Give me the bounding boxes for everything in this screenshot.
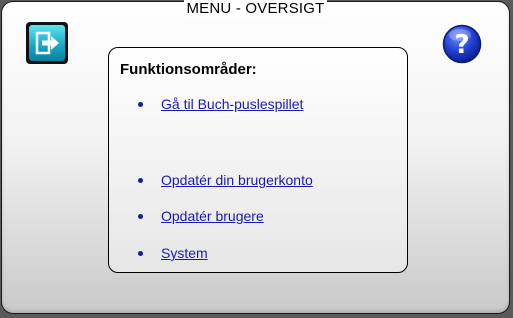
link-system[interactable]: System: [161, 245, 208, 261]
exit-icon: [29, 25, 65, 61]
function-areas-panel: Funktionsområder: Gå til Buch-puslespill…: [108, 47, 408, 273]
svg-text:?: ?: [454, 30, 469, 60]
bullet-icon: [138, 213, 143, 219]
main-window: MENU - OVERSIGT ? Funktionsområder: Gå t…: [1, 0, 510, 314]
help-question-icon: ?: [442, 24, 482, 64]
list-item: Gå til Buch-puslespillet: [138, 96, 303, 112]
list-item: System: [138, 245, 208, 261]
window-title: MENU - OVERSIGT: [184, 0, 327, 17]
help-button[interactable]: ?: [442, 24, 482, 64]
panel-heading: Funktionsområder:: [120, 61, 257, 78]
bullet-icon: [138, 177, 143, 183]
bullet-icon: [138, 101, 143, 107]
exit-button[interactable]: [26, 22, 68, 64]
window-title-bar: MENU - OVERSIGT: [2, 0, 509, 20]
list-item: Opdatér din brugerkonto: [138, 172, 313, 188]
bullet-icon: [138, 250, 143, 256]
link-update-account[interactable]: Opdatér din brugerkonto: [161, 172, 313, 188]
link-update-users[interactable]: Opdatér brugere: [161, 208, 264, 224]
list-item: Opdatér brugere: [138, 208, 264, 224]
link-puzzle[interactable]: Gå til Buch-puslespillet: [161, 96, 303, 112]
